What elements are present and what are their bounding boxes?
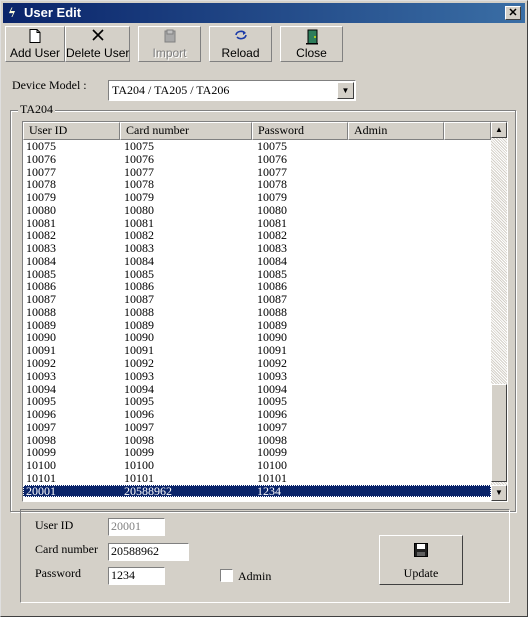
app-icon: ϟ <box>8 6 16 20</box>
table-row[interactable]: 10076 10076 10076 <box>23 151 491 166</box>
table-cell: 1234 <box>257 483 281 498</box>
table-cell: 20001 <box>26 483 56 498</box>
column-header-card-number[interactable]: Card number <box>120 122 252 140</box>
close-button[interactable]: Close <box>280 26 343 62</box>
table-cell: 10097 <box>26 419 56 434</box>
column-header-password[interactable]: Password <box>252 122 348 140</box>
import-icon <box>139 29 200 45</box>
table-cell: 10076 <box>257 151 287 166</box>
column-header-filler <box>444 122 491 140</box>
user-table[interactable]: User ID Card number Password Admin 10075… <box>22 121 508 502</box>
table-row[interactable]: 10088 10088 10088 <box>23 304 491 319</box>
password-field[interactable]: 1234 <box>108 567 165 585</box>
table-cell: 10088 <box>257 304 287 319</box>
table-cell: 10080 <box>26 202 56 217</box>
table-row[interactable]: 10096 10096 10096 <box>23 408 491 421</box>
table-row[interactable]: 10101 10101 10101 <box>23 470 491 485</box>
user-id-field[interactable]: 20001 <box>108 518 165 536</box>
table-cell: 10084 <box>257 253 287 268</box>
table-row[interactable]: 10084 10084 10084 <box>23 253 491 268</box>
table-body: 10075 10075 10075 10076 10076 10076 10077 10077… <box>23 140 491 498</box>
window-title: User Edit <box>24 5 82 20</box>
reload-button[interactable]: Reload <box>209 26 272 62</box>
import-button[interactable]: Import <box>138 26 201 62</box>
table-cell: 10076 <box>124 151 154 166</box>
table-row[interactable]: 10097 10097 10097 <box>23 419 491 434</box>
scroll-thumb[interactable] <box>491 384 507 482</box>
table-cell: 20588962 <box>124 483 172 498</box>
table-cell: 10088 <box>26 304 56 319</box>
scroll-up-arrow-icon[interactable]: ▲ <box>491 122 507 138</box>
table-row[interactable]: 10083 10083 10083 <box>23 242 491 255</box>
table-cell: 10101 <box>124 470 154 485</box>
table-row[interactable]: 10080 10080 10080 <box>23 202 491 217</box>
table-cell: 10076 <box>26 151 56 166</box>
add-user-button[interactable]: Add User <box>5 26 65 62</box>
table-cell: 10093 <box>26 368 56 383</box>
dropdown-arrow-icon[interactable]: ▼ <box>337 82 354 99</box>
scroll-down-arrow-icon[interactable]: ▼ <box>491 485 507 501</box>
card-number-label: Card number <box>35 542 98 556</box>
device-model-select[interactable]: TA204 / TA205 / TA206 ▼ <box>108 80 356 101</box>
table-cell: 10080 <box>124 202 154 217</box>
column-header-user-id[interactable]: User ID <box>23 122 120 140</box>
device-model-label: Device Model : <box>12 78 87 92</box>
floppy-disk-icon <box>380 543 462 560</box>
table-cell: 10088 <box>124 304 154 319</box>
title-bar[interactable]: ϟ User Edit ✕ <box>3 3 525 23</box>
table-cell: 10101 <box>26 470 56 485</box>
window-close-button[interactable]: ✕ <box>505 6 521 20</box>
new-page-icon <box>6 29 64 45</box>
group-label: TA204 <box>18 102 56 116</box>
table-cell: 10080 <box>257 202 287 217</box>
delete-user-button[interactable]: Delete User <box>65 26 130 62</box>
reload-icon <box>210 29 271 45</box>
table-row[interactable]: 10075 10075 10075 <box>23 140 491 153</box>
admin-checkbox[interactable] <box>220 569 233 582</box>
table-cell: 10097 <box>257 419 287 434</box>
table-row[interactable]: 10093 10093 10093 <box>23 368 491 383</box>
card-number-field[interactable]: 20588962 <box>108 543 189 561</box>
table-cell: 10097 <box>124 419 154 434</box>
door-exit-icon <box>281 29 342 45</box>
table-row[interactable]: 10100 10100 10100 <box>23 459 491 472</box>
admin-label: Admin <box>238 569 272 583</box>
user-id-label: User ID <box>35 518 74 532</box>
table-cell: 10084 <box>124 253 154 268</box>
table-row[interactable]: 20001 20588962 1234 <box>23 483 491 498</box>
table-cell: 10093 <box>124 368 154 383</box>
table-cell: 10093 <box>257 368 287 383</box>
table-row[interactable]: 10092 10092 10092 <box>23 357 491 370</box>
table-row[interactable]: 10079 10079 10079 <box>23 191 491 204</box>
x-icon <box>66 29 129 45</box>
device-model-value: TA204 / TA205 / TA206 <box>112 83 230 97</box>
column-header-admin[interactable]: Admin <box>348 122 444 140</box>
password-label: Password <box>35 566 82 580</box>
update-button[interactable]: Update <box>379 535 463 585</box>
vertical-scrollbar[interactable]: ▲ ▼ <box>491 122 507 501</box>
table-cell: 10084 <box>26 253 56 268</box>
table-cell: 10101 <box>257 470 287 485</box>
